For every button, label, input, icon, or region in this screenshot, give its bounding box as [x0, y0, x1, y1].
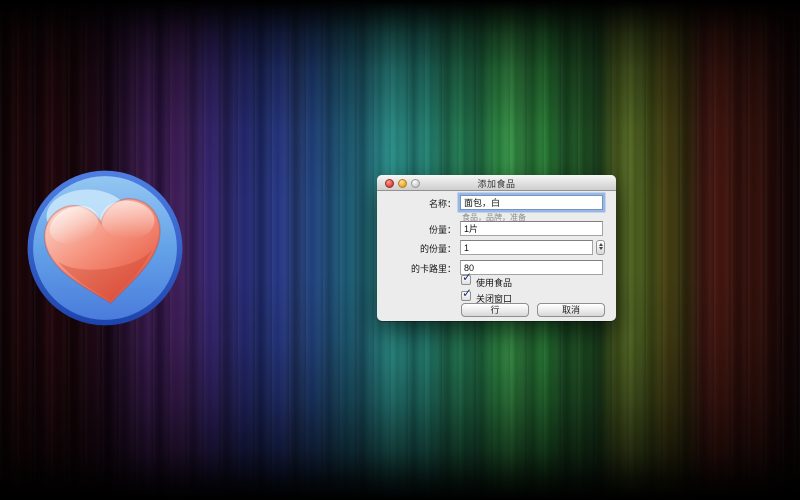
checkmark-icon: ✓	[462, 270, 472, 284]
servings-stepper[interactable]	[596, 240, 605, 255]
dialog-titlebar[interactable]: 添加食品	[377, 175, 616, 191]
checkmark-icon: ✓	[462, 286, 472, 300]
close-window-checkbox[interactable]: ✓	[461, 291, 471, 301]
portion-input[interactable]	[460, 221, 603, 236]
go-button[interactable]: 行	[461, 303, 529, 317]
use-food-checkbox-label: 使用食品	[476, 276, 512, 289]
desktop: 添加食品 名称： 食品，品牌，准备 份量： 的份量： 的卡路里： ✓ 使用食品 …	[0, 0, 800, 500]
name-label: 名称：	[379, 197, 456, 210]
stepper-down-icon[interactable]	[599, 247, 603, 250]
use-food-checkbox[interactable]: ✓	[461, 275, 471, 285]
servings-input[interactable]	[460, 240, 593, 255]
dialog-title: 添加食品	[377, 177, 616, 190]
heart-app-icon[interactable]	[26, 169, 184, 327]
servings-label: 的份量：	[379, 242, 456, 255]
cancel-button[interactable]: 取消	[537, 303, 605, 317]
add-food-dialog: 添加食品 名称： 食品，品牌，准备 份量： 的份量： 的卡路里： ✓ 使用食品 …	[377, 175, 616, 321]
heart-icon	[26, 169, 184, 327]
calories-label: 的卡路里：	[379, 262, 456, 275]
calories-input[interactable]	[460, 260, 603, 275]
portion-label: 份量：	[379, 223, 456, 236]
name-input[interactable]	[460, 195, 603, 210]
stepper-up-icon[interactable]	[599, 243, 603, 246]
